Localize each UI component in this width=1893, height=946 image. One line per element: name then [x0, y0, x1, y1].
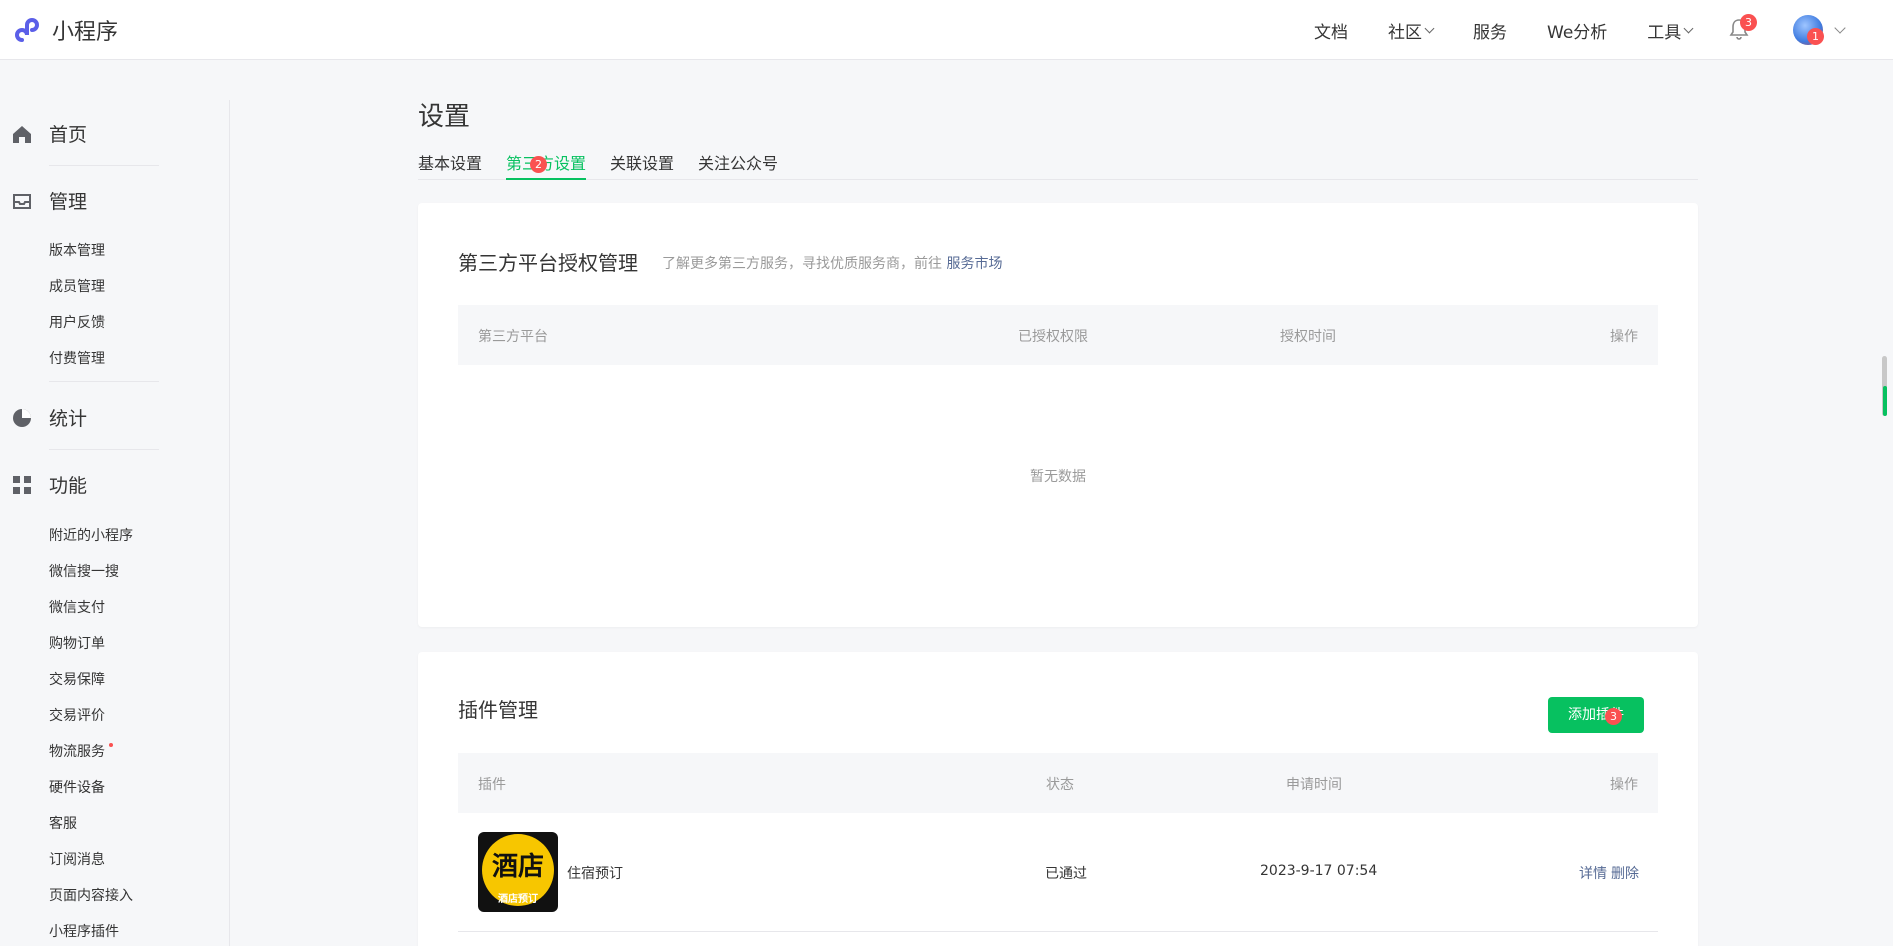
sidebar-item-label: 物流服务	[49, 744, 105, 760]
plugin-time: 2023-9-17 07:54	[1260, 863, 1378, 879]
sidebar-item-feedback[interactable]: 用户反馈	[49, 312, 105, 332]
sidebar-item-nearby[interactable]: 附近的小程序	[49, 525, 133, 545]
avatar-badge: 1	[1807, 28, 1824, 45]
grid-icon	[11, 474, 33, 496]
third-party-card: 第三方平台授权管理 了解更多第三方服务，寻找优质服务商，前往 服务市场 第三方平…	[418, 203, 1698, 627]
add-plugin-button[interactable]: 添加插件	[1548, 697, 1644, 733]
sidebar-item-members[interactable]: 成员管理	[49, 276, 105, 296]
nav-docs-label: 文档	[1314, 23, 1348, 43]
col-apply-time: 申请时间	[1286, 777, 1342, 793]
sidebar-item-hardware[interactable]: 硬件设备	[49, 777, 105, 797]
plugin-status: 已通过	[1045, 866, 1087, 882]
col-plugin: 插件	[478, 777, 506, 793]
nav-tools[interactable]: 工具	[1647, 18, 1694, 43]
settings-tabs: 基本设置 第三方设置 2 关联设置 关注公众号	[418, 150, 1698, 180]
sidebar: 首页 管理 版本管理 成员管理 用户反馈 付费管理 统计 功能 附近的小程序 微…	[0, 100, 230, 946]
sidebar-item-label: 统计	[49, 408, 88, 430]
empty-state: 暂无数据	[1030, 469, 1086, 485]
col-action: 操作	[1610, 329, 1638, 345]
logo[interactable]: 小程序	[12, 14, 118, 46]
nav-service-label: 服务	[1473, 23, 1507, 43]
nav-we-analysis-label: We分析	[1547, 23, 1608, 43]
sidebar-item-payment-manage[interactable]: 付费管理	[49, 348, 105, 368]
sidebar-item-reviews[interactable]: 交易评价	[49, 705, 105, 725]
sidebar-item-logistics[interactable]: 物流服务	[49, 741, 113, 761]
new-dot-icon	[109, 743, 113, 747]
third-party-desc-text: 了解更多第三方服务，寻找优质服务商，前往	[662, 256, 942, 272]
sidebar-item-customer-service[interactable]: 客服	[49, 813, 77, 833]
third-party-desc: 了解更多第三方服务，寻找优质服务商，前往 服务市场	[662, 253, 1002, 273]
logo-subtext: 酒店预订	[498, 894, 538, 905]
col-platform: 第三方平台	[478, 329, 548, 345]
sidebar-item-page-content[interactable]: 页面内容接入	[49, 885, 133, 905]
tab-badge: 2	[530, 156, 548, 173]
miniprogram-logo-icon	[15, 18, 39, 42]
top-nav: 文档 社区 服务 We分析 工具	[1314, 18, 1732, 43]
sidebar-item-guarantee[interactable]: 交易保障	[49, 669, 105, 689]
sidebar-item-label: 功能	[49, 475, 88, 497]
page-title: 设置	[418, 102, 471, 132]
tab-association[interactable]: 关联设置	[610, 150, 674, 180]
tab-follow-account[interactable]: 关注公众号	[698, 150, 778, 180]
plugin-card: 插件管理 添加插件 3 插件 状态 申请时间 操作 酒店 酒店预订 住宿预订 已…	[418, 652, 1698, 946]
third-party-title: 第三方平台授权管理	[458, 251, 638, 275]
table-row: 酒店 酒店预订 住宿预订 已通过 2023-9-17 07:54 详情 删除	[458, 812, 1658, 932]
top-bar: 小程序 文档 社区 服务 We分析 工具 3 1	[0, 0, 1893, 60]
sidebar-divider	[49, 381, 159, 382]
col-status: 状态	[1046, 777, 1074, 793]
chevron-down-icon[interactable]	[1834, 22, 1846, 34]
tab-third-party[interactable]: 第三方设置 2	[506, 150, 587, 180]
detail-link[interactable]: 详情	[1579, 863, 1607, 883]
nav-docs[interactable]: 文档	[1314, 18, 1348, 43]
sidebar-item-manage[interactable]: 管理	[0, 187, 200, 214]
notification-badge: 3	[1740, 14, 1757, 31]
sidebar-item-features[interactable]: 功能	[0, 471, 200, 498]
sidebar-item-wechat-pay[interactable]: 微信支付	[49, 597, 105, 617]
plugin-name: 住宿预订	[567, 866, 623, 882]
sidebar-divider	[49, 165, 159, 166]
pie-chart-icon	[11, 407, 33, 429]
col-action: 操作	[1610, 777, 1638, 793]
add-plugin-badge: 3	[1605, 708, 1622, 725]
col-auth-time: 授权时间	[1280, 329, 1336, 345]
nav-service[interactable]: 服务	[1473, 18, 1507, 43]
chevron-down-icon	[1683, 23, 1694, 34]
chevron-down-icon	[1424, 23, 1435, 34]
delete-link[interactable]: 删除	[1611, 863, 1639, 883]
nav-tools-label: 工具	[1647, 23, 1682, 43]
service-market-link[interactable]: 服务市场	[946, 256, 1002, 272]
app-name: 小程序	[52, 20, 119, 45]
nav-community[interactable]: 社区	[1388, 18, 1435, 43]
sidebar-item-search[interactable]: 微信搜一搜	[49, 561, 119, 581]
sidebar-item-label: 首页	[49, 124, 88, 146]
logo-text: 酒店	[491, 852, 544, 882]
sidebar-item-subscribe[interactable]: 订阅消息	[49, 849, 105, 869]
sidebar-item-plugins[interactable]: 小程序插件	[49, 921, 119, 941]
sidebar-item-stats[interactable]: 统计	[0, 404, 200, 431]
sidebar-item-orders[interactable]: 购物订单	[49, 633, 105, 653]
scrollbar-indicator	[1883, 386, 1887, 416]
plugin-table-header: 插件 状态 申请时间 操作	[458, 753, 1658, 813]
home-icon	[11, 123, 33, 145]
inbox-icon	[11, 190, 33, 212]
sidebar-item-version[interactable]: 版本管理	[49, 240, 105, 260]
sidebar-item-label: 管理	[49, 191, 88, 213]
nav-we-analysis[interactable]: We分析	[1547, 18, 1607, 43]
nav-community-label: 社区	[1388, 23, 1422, 43]
sidebar-item-home[interactable]: 首页	[0, 120, 200, 147]
sidebar-divider	[49, 449, 159, 450]
tab-basic[interactable]: 基本设置	[418, 150, 482, 180]
plugin-title: 插件管理	[458, 698, 538, 722]
hotel-plugin-logo: 酒店 酒店预订	[478, 832, 558, 912]
col-permissions: 已授权权限	[1018, 329, 1088, 345]
third-party-table-header: 第三方平台 已授权权限 授权时间 操作	[458, 305, 1658, 365]
